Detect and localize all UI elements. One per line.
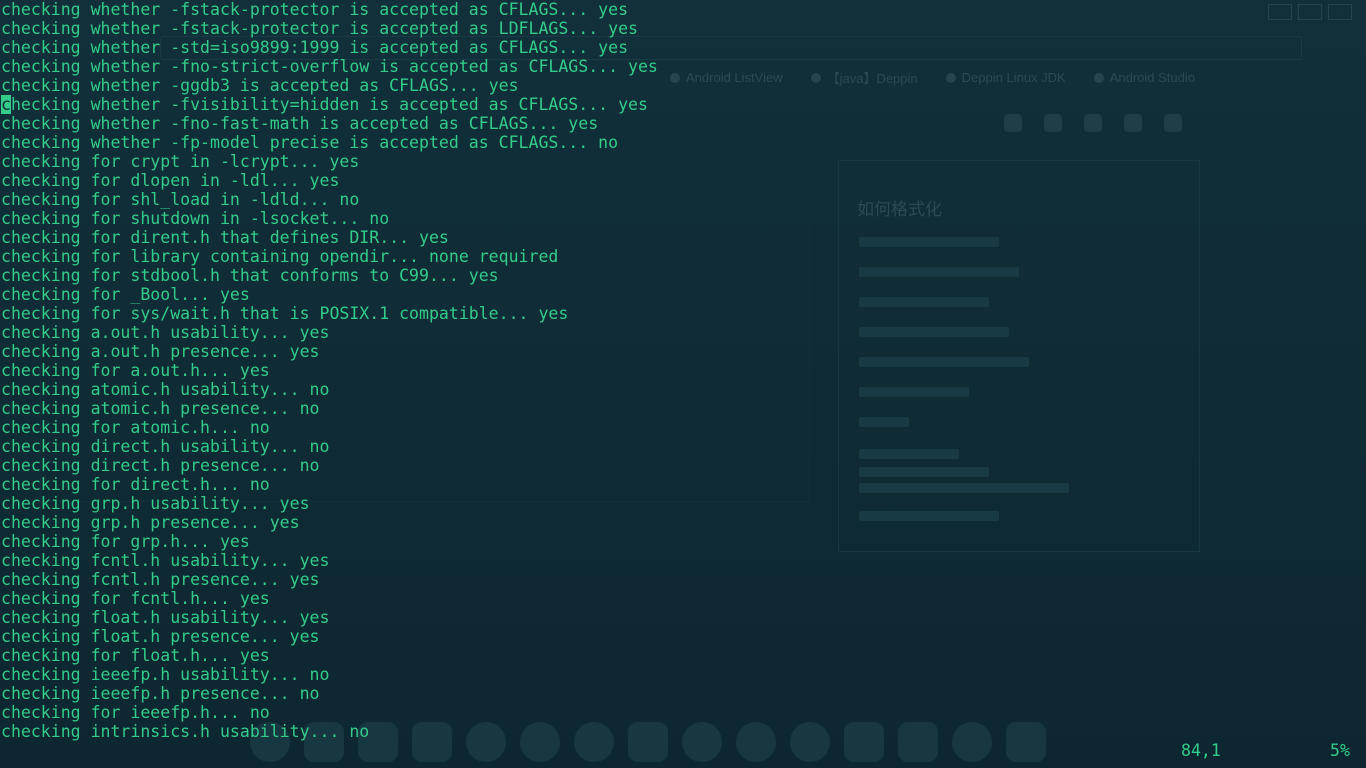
terminal-line: checking float.h usability... yes	[1, 608, 330, 627]
terminal-line: checking fcntl.h usability... yes	[1, 551, 330, 570]
terminal-line: checking for direct.h... no	[1, 475, 270, 494]
terminal-line: checking for stdbool.h that conforms to …	[1, 266, 499, 285]
terminal-line: checking for _Bool... yes	[1, 285, 250, 304]
terminal-line: checking whether -fstack-protector is ac…	[1, 0, 629, 19]
terminal-line: checking ieeefp.h presence... no	[1, 684, 320, 703]
terminal-line: checking for sys/wait.h that is POSIX.1 …	[1, 304, 569, 323]
terminal-line: checking for atomic.h... no	[1, 418, 270, 437]
terminal-line: checking atomic.h usability... no	[1, 380, 330, 399]
terminal-line: checking whether -fp-model precise is ac…	[1, 133, 619, 152]
terminal-line: checking direct.h usability... no	[1, 437, 330, 456]
terminal-line: checking whether -fno-strict-overflow is…	[1, 57, 658, 76]
desktop-screen: Android ListView 【java】Deppin Deppin Lin…	[0, 0, 1366, 768]
terminal-line: checking for crypt in -lcrypt... yes	[1, 152, 360, 171]
terminal-line: checking intrinsics.h usability... no	[1, 722, 370, 741]
scroll-percent: 5%	[1330, 741, 1350, 760]
terminal-output[interactable]: checking whether -fstack-protector is ac…	[1, 0, 1361, 741]
terminal-line: checking for shl_load in -ldld... no	[1, 190, 360, 209]
cursor-position: 84,1	[1181, 741, 1221, 760]
terminal-line: checking for fcntl.h... yes	[1, 589, 270, 608]
terminal-line: checking whether -ggdb3 is accepted as C…	[1, 76, 519, 95]
terminal-line: checking direct.h presence... no	[1, 456, 320, 475]
terminal-line: checking float.h presence... yes	[1, 627, 320, 646]
terminal-line: checking atomic.h presence... no	[1, 399, 320, 418]
terminal-line-text: hecking whether -fvisibility=hidden is a…	[10, 95, 648, 114]
terminal-line: checking ieeefp.h usability... no	[1, 665, 330, 684]
terminal-line: checking fcntl.h presence... yes	[1, 570, 320, 589]
terminal-line: checking for library containing opendir.…	[1, 247, 559, 266]
terminal-line: checking a.out.h usability... yes	[1, 323, 330, 342]
terminal-line: checking for dlopen in -ldl... yes	[1, 171, 340, 190]
terminal-line: checking whether -std=iso9899:1999 is ac…	[1, 38, 629, 57]
terminal-line: checking for a.out.h... yes	[1, 361, 270, 380]
terminal-line: checking for grp.h... yes	[1, 532, 250, 551]
terminal-line: checking whether -fno-fast-math is accep…	[1, 114, 599, 133]
text-cursor: c	[1, 95, 11, 114]
terminal-line: checking grp.h usability... yes	[1, 494, 310, 513]
terminal-line: checking whether -fstack-protector is ac…	[1, 19, 638, 38]
terminal-line: checking a.out.h presence... yes	[1, 342, 320, 361]
vim-status-line: 84,1 5%	[0, 740, 1366, 764]
terminal-line: checking for dirent.h that defines DIR..…	[1, 228, 449, 247]
terminal-line: checking for float.h... yes	[1, 646, 270, 665]
terminal-line: checking grp.h presence... yes	[1, 513, 300, 532]
terminal-line: checking for shutdown in -lsocket... no	[1, 209, 390, 228]
terminal-line: checking whether -fvisibility=hidden is …	[1, 95, 1361, 114]
terminal-line: checking for ieeefp.h... no	[1, 703, 270, 722]
